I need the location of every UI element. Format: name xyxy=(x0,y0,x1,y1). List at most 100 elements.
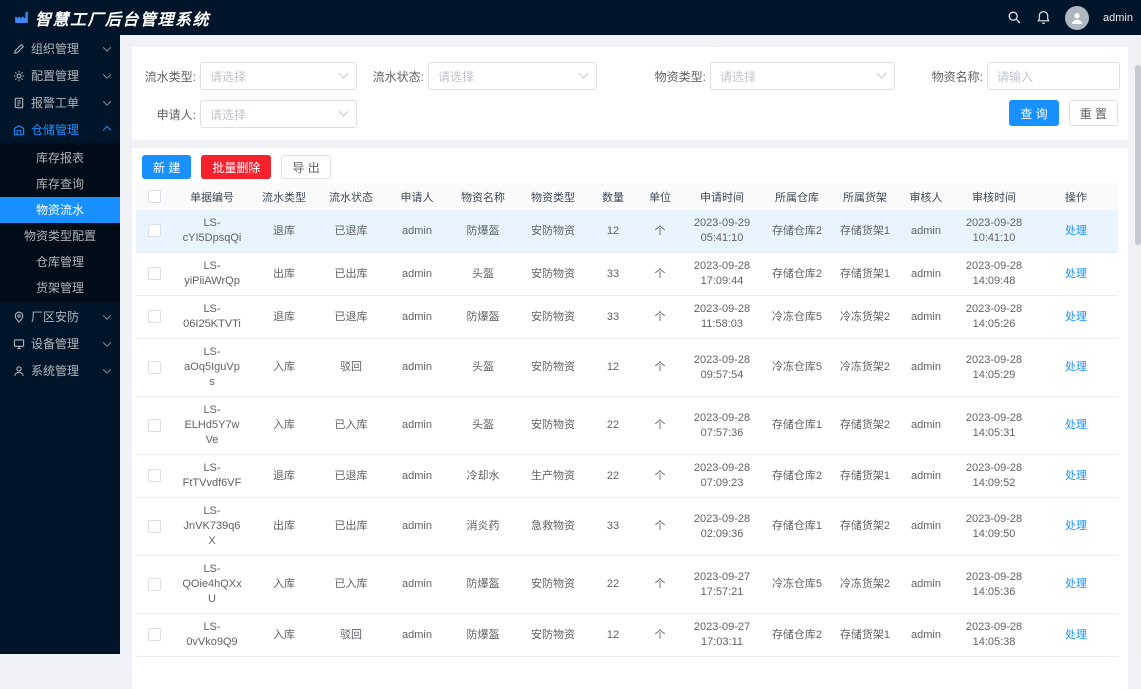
vertical-scrollbar[interactable] xyxy=(1135,35,1141,654)
column-header: 单位 xyxy=(638,183,682,210)
submenu-item[interactable]: 货架管理 xyxy=(0,275,120,301)
chevron-down-icon xyxy=(102,310,112,320)
cell-flow-type: 退库 xyxy=(252,295,316,339)
cell-quantity: 12 xyxy=(588,210,638,253)
table-toolbar: 新 建 批量删除 导 出 xyxy=(142,155,1118,179)
handle-link[interactable]: 处理 xyxy=(1065,470,1087,482)
warehouse-icon xyxy=(13,124,25,135)
sidebar-item-5[interactable]: 设备管理 xyxy=(0,330,120,357)
cell-audit-time: 2023-09-28 14:09:52 xyxy=(954,454,1034,498)
cell-flow-type: 入库 xyxy=(252,338,316,397)
submenu-item[interactable]: 物资类型配置 xyxy=(0,223,120,249)
cell-audit-time: 2023-09-28 14:05:36 xyxy=(954,555,1034,614)
search-button[interactable]: 查 询 xyxy=(1009,100,1059,126)
cell-material-type: 安防物资 xyxy=(518,252,588,296)
handle-link[interactable]: 处理 xyxy=(1065,419,1087,431)
chevron-down-icon xyxy=(102,364,112,374)
cell-unit: 个 xyxy=(638,338,682,397)
row-checkbox[interactable] xyxy=(147,360,161,374)
cell-material-type: 安防物资 xyxy=(518,295,588,339)
submenu-item[interactable]: 物资流水 xyxy=(0,197,120,223)
reset-button[interactable]: 重 置 xyxy=(1068,100,1118,126)
filter-select[interactable]: 请选择 xyxy=(710,62,895,90)
select-all-checkbox[interactable] xyxy=(147,190,161,203)
cell-unit: 个 xyxy=(638,613,682,657)
handle-link[interactable]: 处理 xyxy=(1065,361,1087,373)
handle-link[interactable]: 处理 xyxy=(1065,578,1087,590)
new-button[interactable]: 新 建 xyxy=(142,155,192,179)
handle-link[interactable]: 处理 xyxy=(1065,629,1087,641)
cell-unit: 个 xyxy=(638,295,682,339)
submenu-item[interactable]: 库存查询 xyxy=(0,171,120,197)
handle-link[interactable]: 处理 xyxy=(1065,268,1087,280)
row-checkbox[interactable] xyxy=(147,519,161,533)
cell-warehouse: 存储仓库2 xyxy=(762,210,832,253)
filter-select[interactable]: 请选择 xyxy=(428,62,597,90)
records-table: 单据编号 流水类型 流水状态 申请人 物资名称 物资类型 数量 单位 申请时间 所属仓库 所属货架审… xyxy=(136,183,1118,657)
settings-icon xyxy=(14,365,24,376)
table-header-row: 单据编号 流水类型 流水状态 申请人 物资名称 物资类型 数量 单位 申请时间 所属仓库 所属货架审… xyxy=(136,183,1118,210)
cell-auditor: admin xyxy=(898,497,954,556)
row-checkbox[interactable] xyxy=(147,267,161,281)
scrollbar-thumb[interactable] xyxy=(1135,65,1141,245)
filter-group: 流水类型: 请选择 xyxy=(140,62,357,90)
sidebar-item-4[interactable]: 厂区安防 xyxy=(0,303,120,330)
filter-select[interactable]: 请选择 xyxy=(200,100,357,128)
row-checkbox[interactable] xyxy=(147,469,161,483)
chevron-up-icon xyxy=(102,125,112,134)
handle-link[interactable]: 处理 xyxy=(1065,225,1087,237)
username-label[interactable]: admin xyxy=(1103,12,1133,24)
sidebar-item-3[interactable]: 仓储管理 xyxy=(0,116,120,143)
cell-warehouse: 存储仓库2 xyxy=(762,454,832,498)
filter-group: 申请人: 请选择 xyxy=(140,100,357,128)
filter-input[interactable]: 请输入 xyxy=(987,62,1120,90)
row-checkbox[interactable] xyxy=(147,577,161,591)
cell-applicant: admin xyxy=(386,338,448,397)
cell-audit-time: 2023-09-28 14:05:31 xyxy=(954,396,1034,455)
filter-group: 物资名称: 请输入 xyxy=(927,62,1120,90)
top-header-bar: 智慧工厂后台管理系统 admin xyxy=(0,0,1141,35)
cell-auditor: admin xyxy=(898,295,954,339)
chevron-down-icon xyxy=(102,96,112,106)
cell-record-id: LS- QOie4hQXx U xyxy=(172,555,252,614)
submenu-item[interactable]: 库存报表 xyxy=(0,145,120,171)
search-icon[interactable] xyxy=(1007,10,1022,25)
sidebar-item-6[interactable]: 系统管理 xyxy=(0,357,120,384)
cell-unit: 个 xyxy=(638,252,682,296)
cell-flow-type: 退库 xyxy=(252,454,316,498)
row-checkbox[interactable] xyxy=(147,628,161,642)
table-row: LS- aOq5IguVp s 入库 驳回 admin 头盔 安防物资 12 个 2023-09… xyxy=(136,338,1118,397)
cell-warehouse: 存储仓库1 xyxy=(762,396,832,455)
export-button[interactable]: 导 出 xyxy=(281,155,331,179)
sidebar-item-1[interactable]: 配置管理 xyxy=(0,62,120,89)
table-row: LS- JnVK739q6 X 出库 已出库 admin 消炎药 急救物资 33 个 2023-… xyxy=(136,497,1118,556)
cell-flow-status: 已入库 xyxy=(316,396,386,455)
handle-link[interactable]: 处理 xyxy=(1065,520,1087,532)
cell-warehouse: 存储仓库2 xyxy=(762,252,832,296)
cell-unit: 个 xyxy=(638,210,682,253)
filter-select[interactable]: 请选择 xyxy=(200,62,357,90)
row-checkbox[interactable] xyxy=(147,418,161,432)
cell-record-id: LS- 0vVko9Q9 xyxy=(172,613,252,657)
batch-delete-button[interactable]: 批量删除 xyxy=(201,155,272,179)
table-row: LS- ELHd5Y7w Ve 入库 已入库 admin 头盔 安防物资 22 个 2023-0… xyxy=(136,396,1118,455)
cell-quantity: 12 xyxy=(588,613,638,657)
user-avatar[interactable] xyxy=(1065,5,1090,30)
sidebar-item-0[interactable]: 组织管理 xyxy=(0,35,120,62)
bell-icon[interactable] xyxy=(1036,10,1051,25)
row-checkbox[interactable] xyxy=(147,224,161,238)
cell-material-name: 头盔 xyxy=(448,396,518,455)
column-header: 数量 xyxy=(588,183,638,210)
handle-link[interactable]: 处理 xyxy=(1065,311,1087,323)
submenu-item[interactable]: 仓库管理 xyxy=(0,249,120,275)
cell-material-name: 头盔 xyxy=(448,252,518,296)
cell-record-id: LS- FtTVvdf6VF xyxy=(172,454,252,498)
row-checkbox[interactable] xyxy=(147,310,161,324)
cell-shelf: 冷冻货架2 xyxy=(832,338,898,397)
chevron-down-icon xyxy=(876,68,887,79)
cell-auditor: admin xyxy=(898,338,954,397)
cell-apply-time: 2023-09-28 11:58:03 xyxy=(682,295,762,339)
cell-warehouse: 冷冻仓库5 xyxy=(762,338,832,397)
sidebar-item-2[interactable]: 报警工单 xyxy=(0,89,120,116)
cell-apply-time: 2023-09-28 07:57:36 xyxy=(682,396,762,455)
